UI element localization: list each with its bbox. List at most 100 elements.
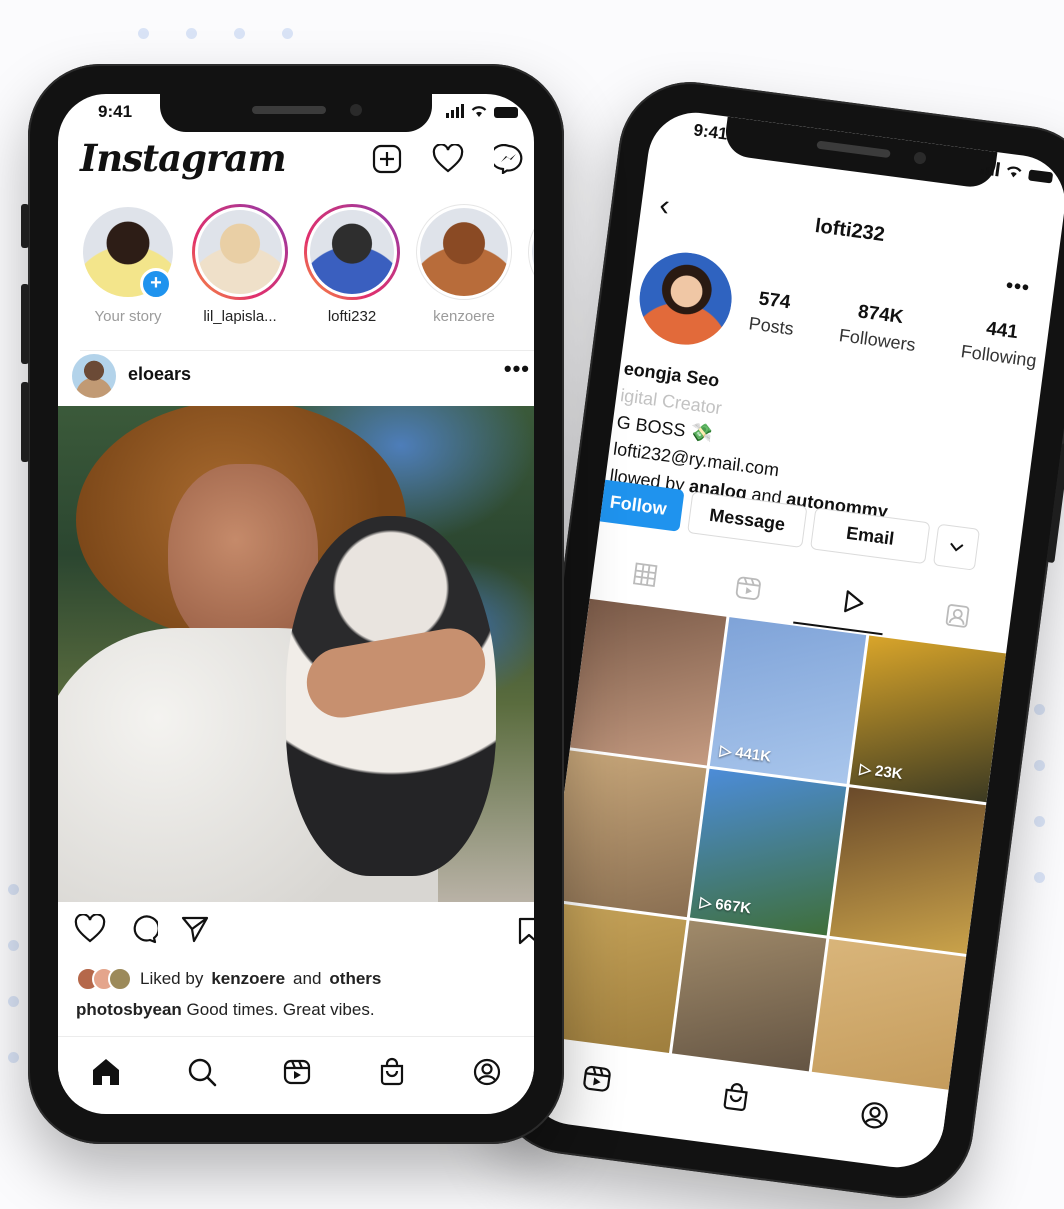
messenger-icon[interactable] [494, 144, 524, 174]
reels-icon[interactable] [282, 1057, 312, 1087]
play-icon: ▷ [858, 760, 873, 779]
post-actions [74, 914, 534, 954]
chevron-down-icon [950, 542, 964, 552]
status-time: 9:41 [98, 102, 133, 121]
play-icon: ▷ [698, 893, 713, 913]
comment-icon[interactable] [128, 914, 158, 944]
grid-post[interactable] [550, 750, 707, 918]
stat-label: Posts [747, 313, 795, 339]
suggested-dropdown-button[interactable] [932, 523, 981, 571]
stat-posts[interactable]: 574 Posts [748, 287, 799, 339]
view-count-text: 23K [874, 762, 904, 783]
view-count: ▷ 23K [859, 760, 904, 783]
grid-post[interactable]: ▷ 441K [709, 617, 867, 784]
profile-stats: 574 Posts 874K Followers 441 Following [748, 287, 1042, 371]
liked-and: and [293, 969, 322, 988]
profile-avatar[interactable] [633, 247, 738, 351]
post-username[interactable]: eloears [128, 364, 191, 385]
profile-screen: 9:41 ‹ lofti232 ••• 574 Posts 874K Follo… [521, 106, 1064, 1174]
story-item[interactable]: s [528, 204, 534, 334]
shop-icon[interactable] [719, 1080, 753, 1114]
bottom-tab-bar [58, 1036, 534, 1107]
profile-grid: ▷ 441K ▷ 23K ▷ 667K [530, 598, 1007, 1106]
play-icon: ▷ [718, 742, 733, 761]
view-count-text: 441K [734, 743, 773, 766]
post-caption: photosbyean Good times. Great vibes. [76, 1000, 534, 1020]
post-more-button[interactable]: ••• [504, 356, 530, 382]
grid-post[interactable]: ▷ 667K [689, 768, 847, 936]
stat-label: Following [959, 341, 1038, 371]
story-avatar [195, 207, 285, 297]
stat-label: Followers [837, 325, 917, 355]
reels-tab-icon[interactable] [734, 574, 763, 603]
story-label: Your story [94, 308, 162, 325]
post-photo[interactable] [58, 406, 534, 902]
likes-row: Liked by kenzoere and others [76, 966, 534, 992]
instagram-logo[interactable]: Instagram [80, 136, 287, 180]
story-avatar [307, 207, 397, 297]
view-count-text: 667K [714, 895, 753, 917]
reels-icon[interactable] [580, 1062, 614, 1096]
search-icon[interactable] [187, 1057, 217, 1087]
feed-phone: 9:41 Instagram + Your story lil_lapisla...… [21, 64, 564, 1144]
stat-value: 574 [757, 288, 792, 314]
story-label: kenzoere [433, 308, 495, 325]
wifi-icon [1007, 166, 1022, 178]
grid-post[interactable] [829, 787, 987, 954]
story-item[interactable]: kenzoere [416, 204, 512, 334]
grid-post[interactable]: ▷ 23K [849, 635, 1007, 803]
story-avatar [417, 205, 511, 299]
status-bar: 9:41 [58, 100, 534, 124]
battery-icon [1027, 169, 1054, 184]
story-item[interactable]: lofti232 [304, 204, 400, 334]
liked-by-avatars [76, 967, 132, 991]
battery-icon [494, 107, 518, 118]
story-label: lil_lapisla... [203, 308, 277, 325]
stat-followers[interactable]: 874K Followers [838, 299, 921, 356]
caption-username[interactable]: photosbyean [76, 1000, 182, 1019]
new-post-icon[interactable] [372, 144, 402, 174]
stories-tray: + Your story lil_lapisla... lofti232 kenzoer… [80, 204, 534, 334]
signal-icon [980, 160, 1001, 177]
feed-screen: 9:41 Instagram + Your story lil_lapisla...… [58, 94, 534, 1114]
grid-post[interactable] [570, 598, 727, 766]
bookmark-icon[interactable] [516, 916, 534, 946]
story-ring [416, 204, 512, 300]
share-icon[interactable] [180, 914, 210, 944]
story-item[interactable]: lil_lapisla... [192, 204, 288, 334]
liked-prefix: Liked by [140, 969, 204, 988]
post-header: eloears ••• [72, 352, 534, 402]
story-label: s [528, 308, 534, 325]
tagged-icon[interactable] [943, 601, 972, 630]
home-icon[interactable] [90, 1057, 122, 1087]
story-label: lofti232 [327, 308, 377, 325]
divider [80, 350, 534, 351]
post-avatar[interactable] [72, 354, 116, 398]
status-time: 9:41 [692, 120, 729, 144]
profile-icon[interactable] [472, 1057, 502, 1087]
shop-icon[interactable] [377, 1057, 407, 1087]
heart-icon[interactable] [432, 144, 464, 174]
status-bar: 9:41 [650, 113, 1064, 192]
story-item[interactable]: + Your story [80, 204, 176, 334]
wifi-icon [471, 106, 487, 117]
signal-icon [446, 104, 464, 118]
caption-text: Good times. Great vibes. [186, 1000, 375, 1019]
feed-header: Instagram [80, 130, 534, 194]
profile-phone: 9:41 ‹ lofti232 ••• 574 Posts 874K Follo… [487, 73, 1064, 1207]
story-avatar [529, 205, 534, 299]
add-story-plus-icon[interactable]: + [140, 268, 172, 300]
story-ring [192, 204, 288, 300]
more-options-button[interactable]: ••• [1005, 274, 1032, 300]
liked-others-link[interactable]: others [329, 969, 381, 989]
profile-icon[interactable] [858, 1099, 892, 1133]
like-icon[interactable] [74, 914, 106, 944]
story-ring [528, 204, 534, 300]
view-count: ▷ 667K [699, 893, 752, 918]
story-ring [304, 204, 400, 300]
stat-following[interactable]: 441 Following [960, 315, 1042, 372]
video-tab-icon[interactable] [839, 588, 868, 617]
liked-user-link[interactable]: kenzoere [211, 969, 285, 989]
view-count: ▷ 441K [719, 741, 772, 766]
grid-icon[interactable] [632, 561, 659, 588]
